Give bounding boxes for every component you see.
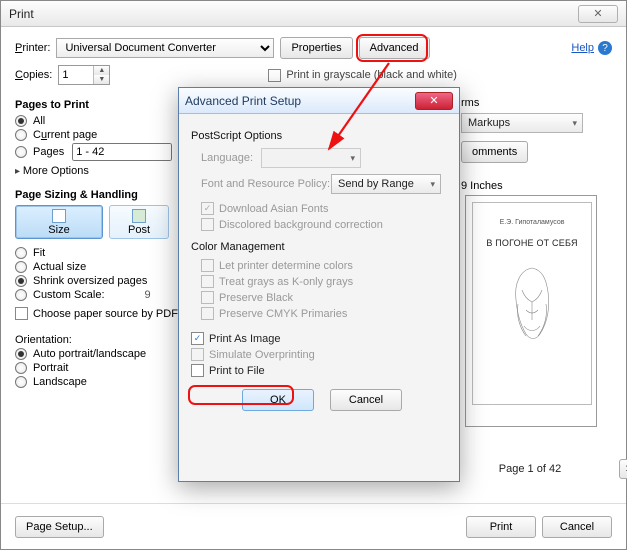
- help-icon[interactable]: ?: [598, 41, 612, 55]
- modal-titlebar: Advanced Print Setup ✕: [179, 88, 459, 114]
- cancel-button[interactable]: Cancel: [542, 516, 612, 538]
- preview-book-title: В ПОГОНЕ ОТ СЕБЯ: [486, 238, 577, 248]
- radio-shrink-label: Shrink oversized pages: [33, 275, 147, 287]
- preserve-cmyk-checkbox: [201, 307, 214, 320]
- radio-all-label: All: [33, 115, 45, 127]
- print-to-file-checkbox[interactable]: [191, 364, 204, 377]
- treat-grays-checkbox: [201, 275, 214, 288]
- color-mgmt-title: Color Management: [191, 241, 447, 253]
- choose-paper-label: Choose paper source by PDF p: [33, 308, 187, 320]
- grayscale-label: Print in grayscale (black and white): [286, 69, 457, 81]
- discolored-checkbox: [201, 218, 214, 231]
- radio-actual-label: Actual size: [33, 261, 86, 273]
- window-titlebar: Print ✕: [1, 1, 626, 27]
- choose-paper-checkbox[interactable]: [15, 307, 28, 320]
- poster-button[interactable]: Post: [109, 205, 169, 239]
- language-label: Language:: [201, 152, 261, 164]
- window-close-button[interactable]: ✕: [578, 5, 618, 23]
- language-select: [261, 148, 361, 168]
- font-policy-value: Send by Range: [338, 178, 414, 190]
- preserve-black-checkbox: [201, 291, 214, 304]
- preview-illustration: [502, 260, 562, 350]
- discolored-label: Discolored background correction: [219, 219, 383, 231]
- window-title: Print: [9, 7, 578, 21]
- grayscale-checkbox[interactable]: [268, 69, 281, 82]
- print-to-file-label: Print to File: [209, 365, 265, 377]
- download-asian-checkbox: ✓: [201, 202, 214, 215]
- print-as-image-checkbox[interactable]: ✓: [191, 332, 204, 345]
- radio-current-label: Current page: [33, 129, 97, 141]
- radio-custom-label: Custom Scale:: [33, 289, 105, 301]
- forms-label-partial: rms: [461, 97, 479, 109]
- spinner-up-icon[interactable]: ▲: [94, 66, 109, 75]
- poster-icon: [132, 209, 146, 223]
- markups-select-value: Markups: [468, 117, 510, 129]
- print-preview: Е.Э. Гипоталамусов В ПОГОНЕ ОТ СЕБЯ: [465, 195, 597, 427]
- spinner-down-icon[interactable]: ▼: [94, 75, 109, 84]
- advanced-button[interactable]: Advanced: [359, 37, 430, 59]
- radio-orient-auto-label: Auto portrait/landscape: [33, 348, 146, 360]
- page-indicator: Page 1 of 42: [441, 463, 619, 475]
- modal-ok-button[interactable]: OK: [242, 389, 314, 411]
- size-button[interactable]: Size: [15, 205, 103, 239]
- radio-orient-landscape-label: Landscape: [33, 376, 87, 388]
- pages-range-input[interactable]: [72, 143, 172, 161]
- close-icon: ✕: [593, 7, 602, 20]
- radio-pages-label: Pages: [33, 146, 64, 158]
- custom-scale-value: 9: [145, 289, 151, 301]
- preserve-cmyk-label: Preserve CMYK Primaries: [219, 308, 347, 320]
- page-setup-button[interactable]: Page Setup...: [15, 516, 104, 538]
- font-policy-select[interactable]: Send by Range: [331, 174, 441, 194]
- advanced-print-setup-dialog: Advanced Print Setup ✕ PostScript Option…: [178, 87, 460, 482]
- printer-label: Printer:: [15, 42, 50, 54]
- poster-button-label: Post: [128, 224, 150, 236]
- simulate-overprint-checkbox: [191, 348, 204, 361]
- preview-author: Е.Э. Гипоталамусов: [500, 219, 565, 226]
- preserve-black-label: Preserve Black: [219, 292, 293, 304]
- page-next-button[interactable]: >: [619, 459, 627, 479]
- preview-page: Е.Э. Гипоталамусов В ПОГОНЕ ОТ СЕБЯ: [472, 202, 592, 405]
- radio-fit-label: Fit: [33, 247, 45, 259]
- download-asian-label: Download Asian Fonts: [219, 203, 328, 215]
- simulate-overprint-label: Simulate Overprinting: [209, 349, 315, 361]
- close-icon: ✕: [429, 94, 438, 107]
- font-policy-label: Font and Resource Policy:: [201, 178, 331, 190]
- comments-button-partial[interactable]: omments: [461, 141, 528, 163]
- modal-title: Advanced Print Setup: [185, 94, 415, 108]
- printer-select[interactable]: Universal Document Converter: [56, 38, 274, 58]
- inches-label-partial: 9 Inches: [461, 180, 503, 192]
- postscript-group-title: PostScript Options: [191, 130, 447, 142]
- size-icon: [52, 209, 66, 223]
- radio-orient-portrait-label: Portrait: [33, 362, 68, 374]
- help-link[interactable]: Help: [571, 42, 594, 54]
- copies-input[interactable]: [59, 66, 93, 84]
- markups-select[interactable]: Markups: [461, 113, 583, 133]
- print-as-image-label: Print As Image: [209, 333, 281, 345]
- let-printer-checkbox: [201, 259, 214, 272]
- treat-grays-label: Treat grays as K-only grays: [219, 276, 353, 288]
- size-button-label: Size: [48, 224, 69, 236]
- modal-close-button[interactable]: ✕: [415, 92, 453, 110]
- copies-spinner[interactable]: ▲ ▼: [58, 65, 110, 85]
- dialog-footer: Page Setup... Print Cancel: [1, 503, 626, 549]
- copies-label: Copies:: [15, 69, 52, 81]
- let-printer-label: Let printer determine colors: [219, 260, 353, 272]
- modal-cancel-button[interactable]: Cancel: [330, 389, 402, 411]
- properties-button[interactable]: Properties: [280, 37, 352, 59]
- print-button[interactable]: Print: [466, 516, 536, 538]
